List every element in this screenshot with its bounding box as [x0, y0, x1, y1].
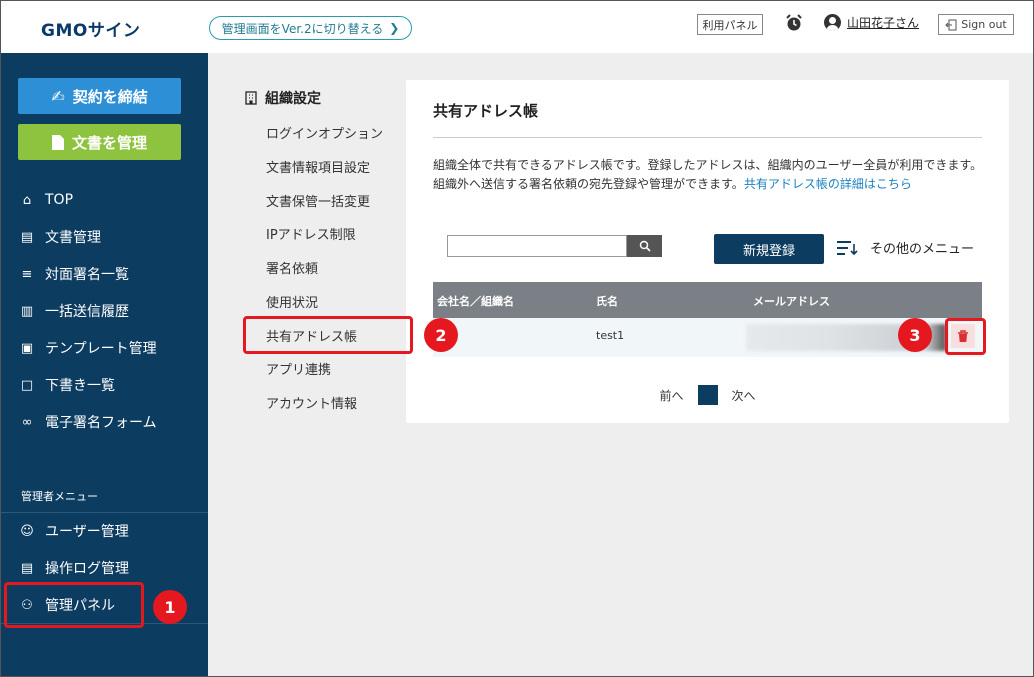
other-menu-button[interactable]: その他のメニュー: [836, 238, 974, 257]
switch-version-label: 管理画面をVer.2に切り替える: [221, 21, 384, 36]
contract-button[interactable]: ✍ 契約を締結: [18, 78, 181, 114]
search-icon: [639, 240, 651, 252]
description-line-2: 組織外へ送信する署名依頼の宛先登録や管理ができます。: [433, 177, 744, 191]
sidebar-item-label: 対面署名一覧: [45, 267, 129, 283]
sidebar-item-top[interactable]: ⌂ TOP: [19, 188, 73, 212]
divider: [1, 512, 208, 513]
building-icon: [245, 91, 257, 105]
template-icon: ▣: [20, 340, 34, 356]
bulk-send-icon: ▥: [20, 303, 34, 319]
sidebar-item-label: テンプレート管理: [45, 341, 157, 357]
step-badge-2: 2: [424, 318, 458, 352]
sort-menu-icon: [837, 240, 858, 255]
file-icon: [51, 134, 64, 150]
home-icon: ⌂: [22, 192, 32, 208]
next-page-link[interactable]: 次へ: [732, 387, 756, 404]
column-header-company[interactable]: 会社名／組織名: [437, 293, 514, 309]
submenu-item-usage[interactable]: 使用状況: [266, 292, 318, 311]
description-line-1: 組織全体で共有できるアドレス帳です。登録したアドレスは、組織内のユーザー全員が利…: [433, 158, 983, 172]
current-page[interactable]: 1: [697, 385, 718, 405]
sidebar-item-templates[interactable]: ▣ テンプレート管理: [19, 336, 157, 360]
organization-settings-title: 組織設定: [245, 88, 321, 108]
manage-documents-button[interactable]: 文書を管理: [18, 124, 181, 160]
submenu-item-sign-request[interactable]: 署名依頼: [266, 258, 318, 277]
other-menu-label: その他のメニュー: [870, 242, 975, 257]
sign-out-icon: [945, 19, 957, 30]
sidebar-item-label: 一括送信履歴: [45, 304, 129, 320]
submenu-item-bulk-storage[interactable]: 文書保管一括変更: [266, 191, 370, 210]
highlight-box-admin-panel: [4, 582, 144, 628]
sidebar-item-face-sign[interactable]: ≡ 対面署名一覧: [19, 262, 129, 286]
sidebar-item-user-management[interactable]: ☺ ユーザー管理: [19, 519, 129, 543]
sidebar-item-label: 下書き一覧: [45, 378, 115, 394]
sidebar-item-label: 操作ログ管理: [45, 561, 129, 577]
submenu-item-account-info[interactable]: アカウント情報: [266, 393, 357, 412]
step-badge-3: 3: [898, 318, 932, 352]
search-input[interactable]: [447, 235, 627, 257]
usage-panel-button[interactable]: 利用パネル: [697, 14, 763, 35]
highlight-box-delete: [945, 318, 986, 355]
prev-page-link[interactable]: 前へ: [659, 387, 683, 404]
user-name: 山田花子さん: [847, 16, 920, 30]
submenu-title-label: 組織設定: [265, 91, 321, 107]
admin-menu-title: 管理者メニュー: [21, 490, 98, 503]
pagination: 前へ 1 次へ: [406, 385, 1009, 405]
details-link[interactable]: 共有アドレス帳の詳細はこちら: [744, 177, 912, 191]
column-header-email[interactable]: メールアドレス: [753, 293, 830, 309]
switch-version-button[interactable]: 管理画面をVer.2に切り替える ❯: [209, 16, 412, 40]
sidebar-item-label: ユーザー管理: [45, 524, 129, 540]
new-registration-button[interactable]: 新規登録: [714, 234, 824, 264]
draft-icon: □: [20, 377, 34, 393]
sidebar-item-label: 文書管理: [45, 230, 101, 246]
sidebar-item-bulk-send[interactable]: ▥ 一括送信履歴: [19, 299, 129, 323]
chevron-right-icon: ❯: [389, 21, 400, 35]
log-icon: ▤: [20, 560, 34, 576]
highlight-box-shared-address-book: [243, 316, 413, 354]
alarm-clock-icon[interactable]: [784, 13, 804, 33]
shared-address-book-card: 共有アドレス帳 組織全体で共有できるアドレス帳です。登録したアドレスは、組織内の…: [406, 80, 1009, 423]
sidebar-item-drafts[interactable]: □ 下書き一覧: [19, 373, 115, 397]
link-icon: ∞: [21, 414, 33, 430]
sidebar-item-signature-form[interactable]: ∞ 電子署名フォーム: [19, 410, 157, 434]
submenu-item-app-integration[interactable]: アプリ連携: [266, 359, 331, 378]
handshake-icon: ✍: [51, 86, 65, 106]
submenu-item-document-info[interactable]: 文書情報項目設定: [266, 157, 370, 176]
step-badge-1: 1: [153, 590, 187, 624]
sign-out-button[interactable]: Sign out: [938, 14, 1014, 35]
search-button[interactable]: [627, 235, 662, 257]
description: 組織全体で共有できるアドレス帳です。登録したアドレスは、組織内のユーザー全員が利…: [433, 156, 985, 194]
main-content: 組織設定 ログインオプション 文書情報項目設定 文書保管一括変更 IPアドレス制…: [208, 53, 1033, 676]
user-icon: ☺: [20, 523, 34, 539]
submenu-item-ip-restriction[interactable]: IPアドレス制限: [266, 224, 356, 243]
search-box: [447, 235, 663, 257]
manage-documents-label: 文書を管理: [71, 133, 147, 152]
document-icon: ▤: [20, 229, 34, 245]
user-menu[interactable]: 山田花子さん: [824, 14, 919, 31]
sidebar-item-label: TOP: [45, 192, 74, 208]
sidebar-item-operation-log[interactable]: ▤ 操作ログ管理: [19, 556, 129, 580]
cell-name: test1: [596, 329, 625, 342]
column-header-name[interactable]: 氏名: [596, 293, 618, 309]
gmo-sign-logo[interactable]: GMOサイン: [41, 16, 140, 41]
card-title: 共有アドレス帳: [433, 102, 539, 120]
sign-out-label: Sign out: [961, 18, 1007, 31]
contract-button-label: 契約を締結: [72, 87, 148, 106]
sidebar-item-documents[interactable]: ▤ 文書管理: [19, 225, 101, 249]
divider: [433, 137, 982, 138]
sidebar-item-label: 電子署名フォーム: [45, 415, 157, 431]
table-header: 会社名／組織名 氏名 メールアドレス: [433, 282, 982, 318]
user-avatar-icon: [824, 14, 841, 31]
top-header: GMOサイン 管理画面をVer.2に切り替える ❯ 利用パネル 山田花子さん S…: [1, 1, 1033, 53]
face-sign-icon: ≡: [21, 266, 33, 282]
submenu-item-login-option[interactable]: ログインオプション: [266, 123, 383, 142]
